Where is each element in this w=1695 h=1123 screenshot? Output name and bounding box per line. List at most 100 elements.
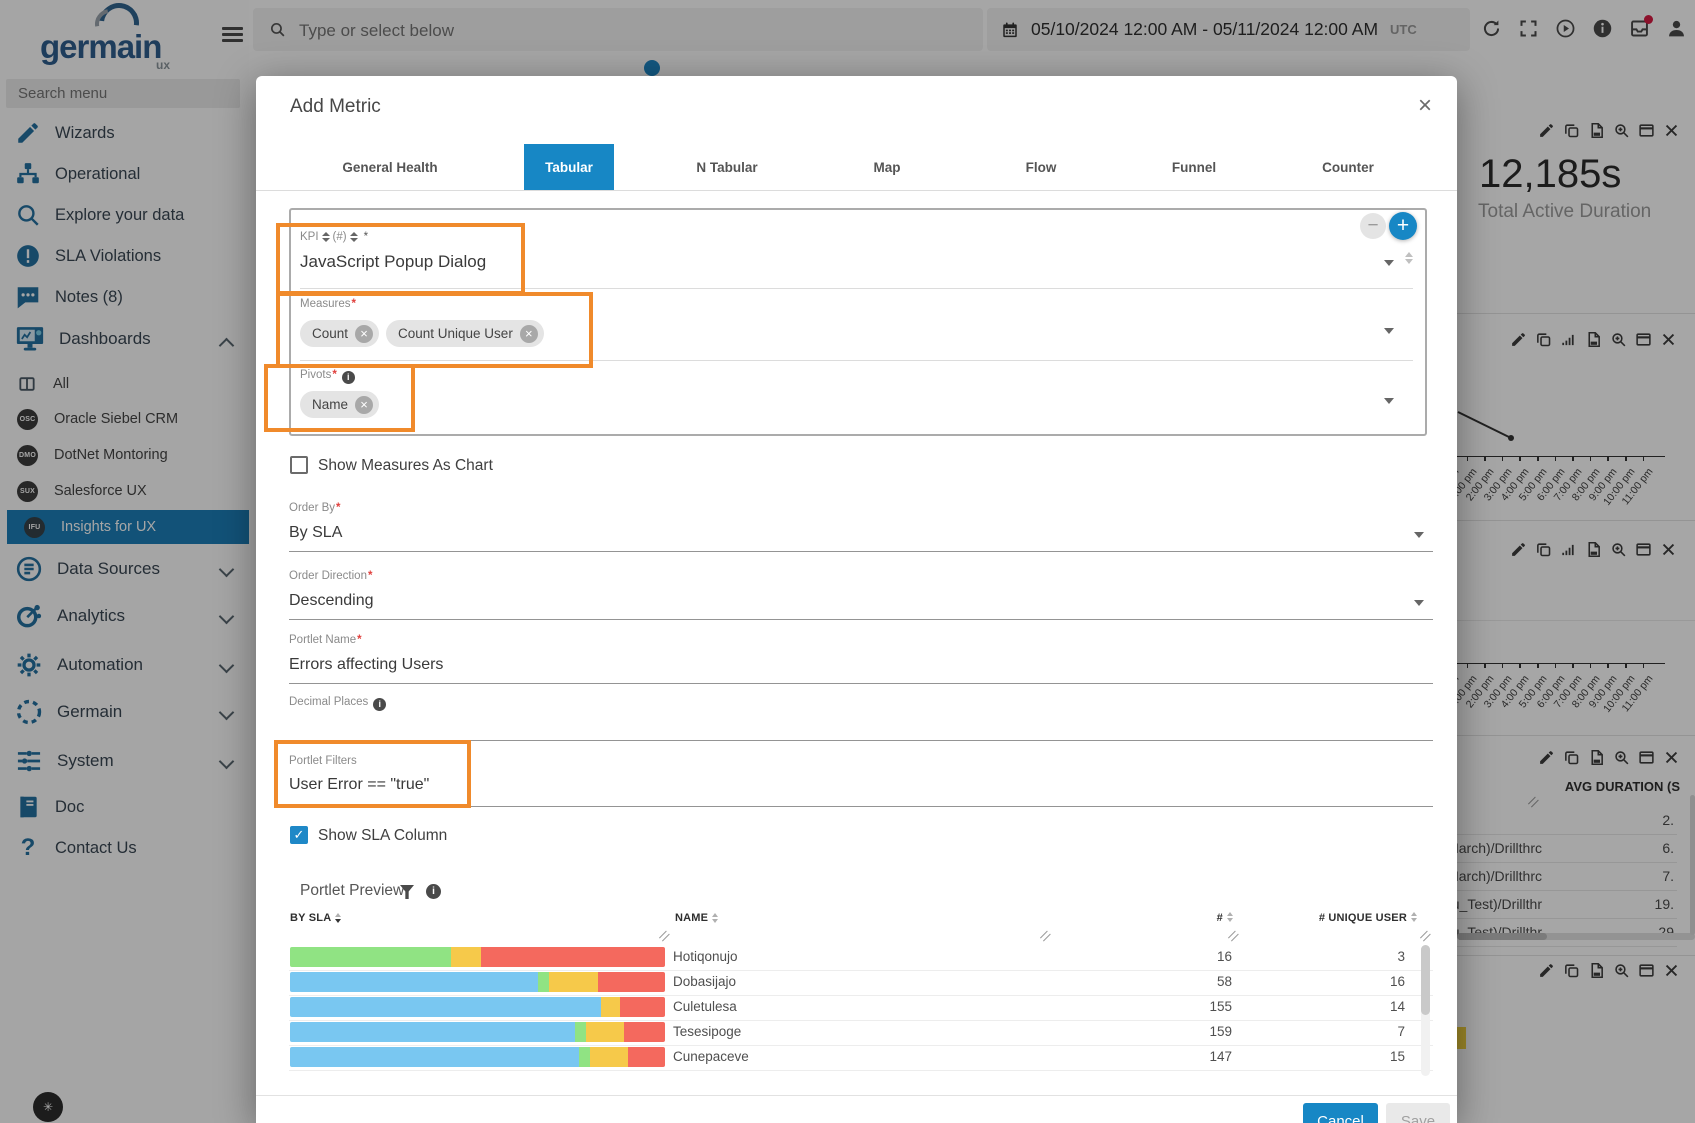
- column-header-name[interactable]: NAME: [675, 912, 721, 924]
- sla-bar: [290, 1022, 665, 1042]
- preview-scrollbar: [1421, 945, 1430, 1076]
- show-sla-column-checkbox[interactable]: ✓: [290, 826, 308, 844]
- field-underline: [289, 683, 1433, 684]
- kpi-dropdown-caret-icon[interactable]: [1384, 260, 1394, 266]
- kpi-stepper[interactable]: [1405, 252, 1413, 264]
- field-underline: [289, 551, 1433, 552]
- remove-chip-icon[interactable]: ×: [520, 325, 538, 343]
- cell-count: 147: [1209, 1049, 1232, 1064]
- sla-bar-segment-red: [598, 972, 666, 992]
- field-underline: [289, 806, 1433, 807]
- sla-bar: [290, 972, 665, 992]
- sla-bar-segment-yellow: [586, 1022, 624, 1042]
- order-by-select[interactable]: By SLA: [289, 524, 342, 542]
- table-row: Cunepaceve 147 15: [289, 1045, 1433, 1071]
- table-row: Culetulesa 155 14: [289, 995, 1433, 1021]
- column-resize-handle[interactable]: [658, 931, 667, 940]
- add-kpi-button[interactable]: +: [1389, 212, 1417, 240]
- info-icon[interactable]: i: [373, 698, 386, 711]
- sla-bar-segment-yellow: [451, 947, 481, 967]
- tab-funnel[interactable]: Funnel: [1172, 144, 1216, 190]
- order-direction-select[interactable]: Descending: [289, 592, 374, 610]
- chip-label: Count Unique User: [398, 326, 513, 341]
- cell-name: Cunepaceve: [673, 1049, 749, 1064]
- annotation-box-portlet-filters: [274, 740, 471, 808]
- cell-name: Culetulesa: [673, 999, 737, 1014]
- chip-label: Count: [312, 326, 348, 341]
- sort-toggle-icon[interactable]: [322, 232, 330, 242]
- column-header-by-sla[interactable]: BY SLA: [290, 912, 344, 924]
- app-root: germain ux WizardsOperationalExplore you…: [0, 0, 1695, 1123]
- chip-label: Name: [312, 397, 348, 412]
- tab-general-health[interactable]: General Health: [342, 144, 437, 190]
- column-header-count[interactable]: #: [1196, 912, 1236, 924]
- sort-toggle-icon[interactable]: [350, 232, 358, 242]
- decimal-places-label: Decimal Placesi: [289, 696, 386, 711]
- table-row: Hotiqonujo 16 3: [289, 945, 1433, 971]
- sla-bar-segment-green: [538, 972, 549, 992]
- sla-bar-segment-red: [624, 1022, 665, 1042]
- show-sla-column-label: Show SLA Column: [318, 827, 447, 845]
- tab-tabular[interactable]: Tabular: [524, 144, 614, 190]
- decimal-places-input[interactable]: [289, 740, 1433, 741]
- measures-label: Measures*: [300, 298, 356, 310]
- remove-chip-icon[interactable]: ×: [355, 396, 373, 414]
- table-row: Dobasijajo 58 16: [289, 970, 1433, 996]
- portlet-name-input[interactable]: Errors affecting Users: [289, 656, 443, 674]
- info-icon[interactable]: i: [342, 371, 355, 384]
- cell-name: Hotiqonujo: [673, 949, 738, 964]
- close-icon[interactable]: ×: [1411, 92, 1439, 120]
- order-by-caret-icon[interactable]: [1414, 532, 1424, 538]
- measure-chip: Count Unique User ×: [386, 320, 544, 347]
- sla-bar-segment-yellow: [601, 997, 620, 1017]
- order-direction-caret-icon[interactable]: [1414, 600, 1424, 606]
- divider: [300, 360, 1413, 361]
- tab-counter[interactable]: Counter: [1322, 144, 1374, 190]
- pivot-chip: Name ×: [300, 391, 379, 418]
- tab-n-tabular[interactable]: N Tabular: [696, 144, 757, 190]
- pivots-dropdown-caret-icon[interactable]: [1384, 398, 1394, 404]
- sla-bar-segment-green: [579, 1047, 590, 1067]
- cell-unique-users: 3: [1397, 949, 1405, 964]
- sla-bar-segment-yellow: [590, 1047, 628, 1067]
- sla-bar: [290, 1047, 665, 1067]
- portlet-preview-title: Portlet Preview: [300, 882, 404, 900]
- show-measures-as-chart-checkbox[interactable]: [290, 456, 308, 474]
- cell-unique-users: 14: [1390, 999, 1405, 1014]
- cell-name: Dobasijajo: [673, 974, 736, 989]
- divider: [300, 288, 1413, 289]
- order-by-label: Order By*: [289, 502, 341, 514]
- add-metric-modal: Add Metric × General HealthTabularN Tabu…: [256, 76, 1457, 1123]
- sla-bar-segment-blue: [290, 1047, 579, 1067]
- cell-count: 155: [1209, 999, 1232, 1014]
- table-row: Tesesipoge 159 7: [289, 1020, 1433, 1046]
- kpi-label: KPI(#)*: [300, 231, 368, 243]
- measures-dropdown-caret-icon[interactable]: [1384, 328, 1394, 334]
- tab-map[interactable]: Map: [874, 144, 901, 190]
- info-icon[interactable]: i: [426, 884, 441, 899]
- sla-bar-segment-red: [620, 997, 665, 1017]
- cell-count: 16: [1217, 949, 1232, 964]
- remove-chip-icon[interactable]: ×: [355, 325, 373, 343]
- sla-bar: [290, 947, 665, 967]
- cancel-button[interactable]: Cancel: [1303, 1103, 1378, 1123]
- kpi-select[interactable]: JavaScript Popup Dialog: [300, 252, 486, 272]
- portlet-filters-input[interactable]: User Error == "true": [289, 776, 429, 794]
- tab-flow[interactable]: Flow: [1026, 144, 1057, 190]
- cell-unique-users: 7: [1397, 1024, 1405, 1039]
- sla-bar-segment-red: [628, 1047, 666, 1067]
- sla-bar: [290, 997, 665, 1017]
- sla-bar-segment-yellow: [549, 972, 598, 992]
- cell-unique-users: 16: [1390, 974, 1405, 989]
- sla-bar-segment-green: [575, 1022, 586, 1042]
- column-resize-handle[interactable]: [1227, 931, 1236, 940]
- column-header-unique-user[interactable]: # UNIQUE USER: [1296, 912, 1420, 924]
- sla-bar-segment-green: [290, 947, 451, 967]
- remove-kpi-button[interactable]: −: [1360, 213, 1386, 239]
- column-resize-handle[interactable]: [1419, 931, 1428, 940]
- pivots-label: Pivots*i: [300, 369, 355, 384]
- sla-bar-segment-blue: [290, 1022, 575, 1042]
- column-resize-handle[interactable]: [1039, 931, 1048, 940]
- save-button[interactable]: Save: [1386, 1103, 1450, 1123]
- scrollbar-thumb[interactable]: [1421, 945, 1430, 1015]
